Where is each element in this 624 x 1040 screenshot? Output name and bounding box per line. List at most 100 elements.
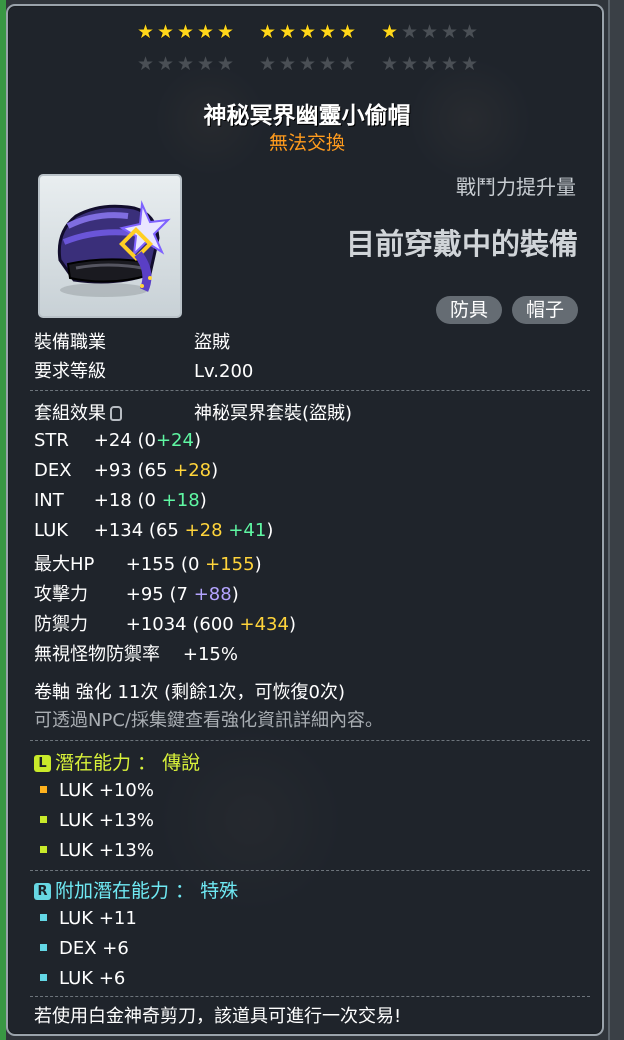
level-value: Lv.200	[194, 361, 254, 382]
stat-close: )	[193, 430, 201, 451]
stat-total: +155	[125, 554, 176, 575]
star-empty-icon: ★	[318, 53, 338, 75]
stat-bonus: +88	[193, 584, 232, 605]
bonus-potential-value: DEX +6	[59, 938, 129, 959]
star-empty-icon: ★	[278, 53, 298, 75]
bullet-icon	[40, 944, 47, 951]
star-filled-icon: ★	[196, 21, 216, 43]
purple-thief-hat-icon	[57, 200, 171, 297]
star-empty-icon: ★	[380, 53, 400, 75]
stat-name: 防禦力	[34, 614, 88, 635]
enhance-line: 卷軸 強化 11次 (剩餘1次，可恢復0次)	[34, 682, 346, 703]
level-label: 要求等級	[34, 361, 106, 382]
bullet-icon	[40, 786, 47, 793]
stat-name: LUK	[34, 520, 69, 541]
potential-line: LUK +13%	[34, 840, 154, 861]
star-empty-icon: ★	[216, 53, 236, 75]
stat-ignore-defense: 無視怪物防禦率 +15%	[34, 640, 238, 666]
item-icon-frame	[38, 174, 182, 318]
star-filled-icon: ★	[380, 21, 400, 43]
job-value: 盜賊	[194, 332, 230, 353]
item-tooltip: ★ ★ ★ ★ ★ ★ ★ ★ ★ ★ ★ ★ ★ ★ ★ ★ ★ ★ ★ ★ ★ ★ ★ ★ ★ ★ ★ ★ ★ ★ 神秘冥界幽靈小偷…	[6, 4, 604, 1036]
stat-luk: LUK +134 (65 +28 +41)	[34, 520, 273, 541]
trade-hint: 若使用白金神奇剪刀，該道具可進行一次交易!	[34, 1006, 402, 1027]
stat-total: +95	[125, 584, 164, 605]
stat-close: )	[199, 490, 207, 511]
job-row: 裝備職業 盜賊	[34, 328, 230, 354]
trade-status: 無法交換	[268, 132, 345, 154]
star-group-gap	[236, 54, 258, 74]
stat-base: (0	[137, 490, 156, 511]
legendary-grade-icon: L	[34, 755, 51, 772]
stat-bonus: +28	[184, 520, 223, 541]
equipped-status: 目前穿戴中的裝備	[345, 227, 578, 261]
stat-base: (0	[137, 430, 156, 451]
stat-bonus: +18	[161, 490, 200, 511]
tag-armor: 防具	[435, 296, 502, 324]
stat-total: +1034	[125, 614, 187, 635]
bonus-potential-line: DEX +6	[34, 938, 129, 959]
stat-total: +24	[93, 430, 132, 451]
stat-str: STR +24 (0+24)	[34, 430, 201, 451]
star-empty-icon: ★	[176, 53, 196, 75]
stat-total: +15%	[182, 644, 238, 665]
stat-name: DEX	[34, 460, 72, 481]
stat-base: (600	[192, 614, 234, 635]
star-empty-icon: ★	[136, 53, 156, 75]
star-empty-icon: ★	[460, 53, 480, 75]
stat-close: )	[231, 584, 239, 605]
divider	[30, 390, 590, 391]
star-group-gap	[358, 54, 380, 74]
stat-close: )	[254, 554, 262, 575]
stat-base: (65	[148, 520, 179, 541]
stat-close: )	[288, 614, 296, 635]
star-filled-icon: ★	[298, 21, 318, 43]
item-name: 神秘冥界幽靈小偷帽	[203, 103, 411, 129]
stat-base: (7	[169, 584, 188, 605]
star-filled-icon: ★	[318, 21, 338, 43]
job-label: 裝備職業	[34, 332, 106, 353]
star-empty-icon: ★	[440, 21, 460, 43]
lock-icon	[110, 406, 122, 421]
stat-name: STR	[34, 430, 69, 451]
stat-close: )	[266, 520, 274, 541]
star-empty-icon: ★	[400, 21, 420, 43]
set-row: 套組效果 神秘冥界套裝(盜賊)	[34, 399, 352, 425]
star-empty-icon: ★	[338, 53, 358, 75]
star-empty-icon: ★	[298, 53, 318, 75]
stat-base: (0	[180, 554, 200, 575]
star-empty-icon: ★	[420, 21, 440, 43]
potential-title: 潛在能力 ： 傳說	[55, 752, 201, 774]
background-panel	[608, 0, 624, 1040]
star-group-gap	[236, 22, 258, 42]
potential-line: LUK +13%	[34, 810, 154, 831]
bonus-potential-value: LUK +11	[59, 908, 137, 929]
bonus-potential-line: LUK +6	[34, 968, 125, 989]
stat-name: 無視怪物防禦率	[34, 644, 160, 665]
star-empty-icon: ★	[400, 53, 420, 75]
star-filled-icon: ★	[176, 21, 196, 43]
stat-total: +134	[93, 520, 144, 541]
star-group-gap	[358, 22, 380, 42]
bullet-icon	[40, 914, 47, 921]
star-empty-icon: ★	[460, 21, 480, 43]
stat-close: )	[211, 460, 219, 481]
star-force-row-1: ★ ★ ★ ★ ★ ★ ★ ★ ★ ★ ★ ★ ★ ★ ★	[136, 22, 480, 42]
star-empty-icon: ★	[196, 53, 216, 75]
bullet-icon	[40, 816, 47, 823]
level-row: 要求等級 Lv.200	[34, 357, 253, 383]
potential-value: LUK +13%	[59, 840, 154, 861]
star-empty-icon: ★	[420, 53, 440, 75]
stat-total: +93	[93, 460, 132, 481]
star-filled-icon: ★	[156, 21, 176, 43]
stat-attack: 攻擊力 +95 (7 +88)	[34, 580, 239, 606]
tag-hat: 帽子	[511, 296, 578, 324]
bonus-potential-line: LUK +11	[34, 908, 137, 929]
star-empty-icon: ★	[440, 53, 460, 75]
star-filled-icon: ★	[278, 21, 298, 43]
stat-defense: 防禦力 +1034 (600 +434)	[34, 610, 296, 636]
bonus-potential-header: R 附加潛在能力 ： 特殊	[34, 876, 238, 903]
star-filled-icon: ★	[338, 21, 358, 43]
bullet-icon	[40, 846, 47, 853]
stat-name: INT	[34, 490, 64, 511]
